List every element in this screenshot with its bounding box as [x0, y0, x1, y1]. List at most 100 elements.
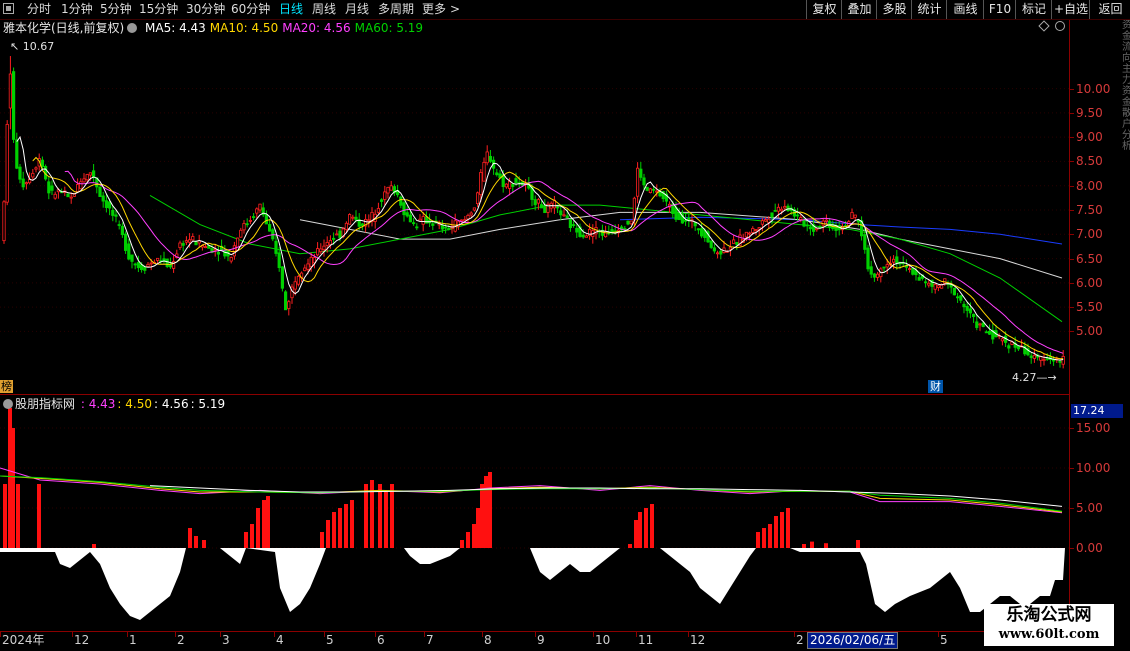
candle-body: [53, 193, 57, 199]
candle-body: [111, 209, 115, 216]
candle-body: [780, 208, 784, 212]
indicator-red-bar: [332, 512, 336, 548]
cursor-date: 2026/02/06/五: [807, 632, 899, 649]
candle-body: [421, 216, 425, 225]
candle-body: [34, 167, 38, 170]
date-tick: [220, 632, 221, 637]
candle-body: [885, 264, 889, 268]
indicator-red-bar: [480, 484, 484, 548]
indicator-red-bar: [338, 508, 342, 548]
candle-body: [133, 263, 137, 266]
candle-body: [1058, 360, 1062, 363]
candle-body: [610, 229, 614, 233]
indicator-title: 股朋指标网 : 4.43: 4.50: 4.56: 5.19: [3, 396, 229, 412]
candle-body: [408, 214, 413, 223]
candle-body: [5, 124, 9, 203]
candle-body: [280, 266, 285, 289]
side-tab-strip[interactable]: 资金流向主力资金散户分析: [1122, 20, 1130, 632]
indicator-red-bar: [488, 472, 492, 548]
candle-body: [2, 201, 6, 242]
candle-body: [757, 227, 761, 230]
candle-body: [872, 273, 877, 278]
candle-body: [66, 193, 70, 198]
candle-body: [824, 219, 829, 222]
price-tick: [1069, 137, 1074, 139]
date-tick: [175, 632, 176, 637]
panel-separator[interactable]: [0, 394, 1070, 395]
candle-body: [988, 330, 992, 335]
candle-body: [728, 246, 733, 250]
candle-body: [8, 73, 12, 109]
candle-body: [716, 252, 720, 255]
date-tick: [636, 632, 637, 637]
indicator-red-bar: [768, 524, 772, 548]
candle-body: [709, 240, 713, 248]
candle-body: [383, 191, 387, 200]
indicator-settings-icon[interactable]: [3, 399, 13, 409]
candle-body: [258, 203, 262, 211]
indicator-red-bar: [484, 476, 488, 548]
watermark-logo: 乐淘公式网 www.60lt.com: [984, 604, 1114, 646]
candle-body: [149, 262, 153, 265]
high-label: 10.67: [22, 40, 55, 53]
candle-body: [114, 214, 118, 217]
candle-body: [76, 184, 80, 193]
candle-body: [748, 232, 752, 235]
candle-body: [959, 295, 963, 301]
candle-body: [1045, 358, 1049, 360]
finance-badge[interactable]: 财: [928, 380, 943, 393]
candle-body: [335, 233, 339, 236]
indicator-red-bar: [244, 532, 248, 548]
date-label: 3: [222, 633, 230, 647]
candle-body: [770, 212, 774, 218]
candle-body: [11, 71, 16, 140]
candle-body: [559, 210, 563, 216]
indicator-name[interactable]: 股朋指标网: [15, 397, 75, 411]
price-tick-label: 6.00: [1076, 275, 1103, 290]
price-axis-line: [1069, 20, 1070, 632]
indicator-negative-area: [0, 548, 1065, 620]
date-axis[interactable]: 2024年12123456789101112245: [0, 631, 1070, 651]
candle-body: [168, 264, 172, 268]
date-label: 5: [940, 633, 948, 647]
rank-badge[interactable]: 榜: [0, 380, 13, 393]
candle-body: [466, 214, 470, 220]
date-tick: [72, 632, 73, 637]
candle-body: [184, 240, 188, 243]
candlestick-chart[interactable]: [0, 0, 1130, 650]
candle-body: [347, 214, 352, 225]
indicator-red-bar: [11, 428, 15, 548]
candle-body: [642, 177, 646, 186]
candle-body: [572, 224, 576, 226]
indicator-red-bar: [37, 484, 41, 548]
date-label: 5: [326, 633, 334, 647]
indicator-red-bar: [466, 532, 470, 548]
price-tick: [1069, 161, 1074, 163]
candle-body: [968, 308, 973, 314]
date-label: 8: [484, 633, 492, 647]
date-tick: [324, 632, 325, 637]
candle-body: [88, 172, 92, 176]
candle-body: [712, 247, 717, 252]
candle-body: [876, 273, 880, 278]
candle-body: [264, 214, 269, 225]
candle-body: [415, 226, 419, 229]
candle-body: [92, 170, 96, 178]
date-tick: [688, 632, 689, 637]
candle-body: [306, 263, 310, 270]
candle-body: [24, 182, 29, 185]
indicator-red-bar: [460, 540, 464, 548]
candle-body: [338, 230, 342, 239]
candle-body: [296, 275, 301, 285]
date-label: 2024年: [2, 633, 45, 647]
indicator-tick-label: 0.00: [1076, 541, 1103, 555]
indicator-red-bar: [92, 544, 96, 548]
indicator-red-bar: [802, 544, 806, 548]
candle-body: [1016, 345, 1021, 350]
indicator-red-bar: [384, 492, 388, 548]
indicator-value: : 4.43: [80, 397, 116, 411]
candle-body: [469, 212, 473, 216]
candle-body: [18, 166, 22, 180]
candle-body: [869, 266, 873, 275]
candle-body: [735, 242, 739, 245]
